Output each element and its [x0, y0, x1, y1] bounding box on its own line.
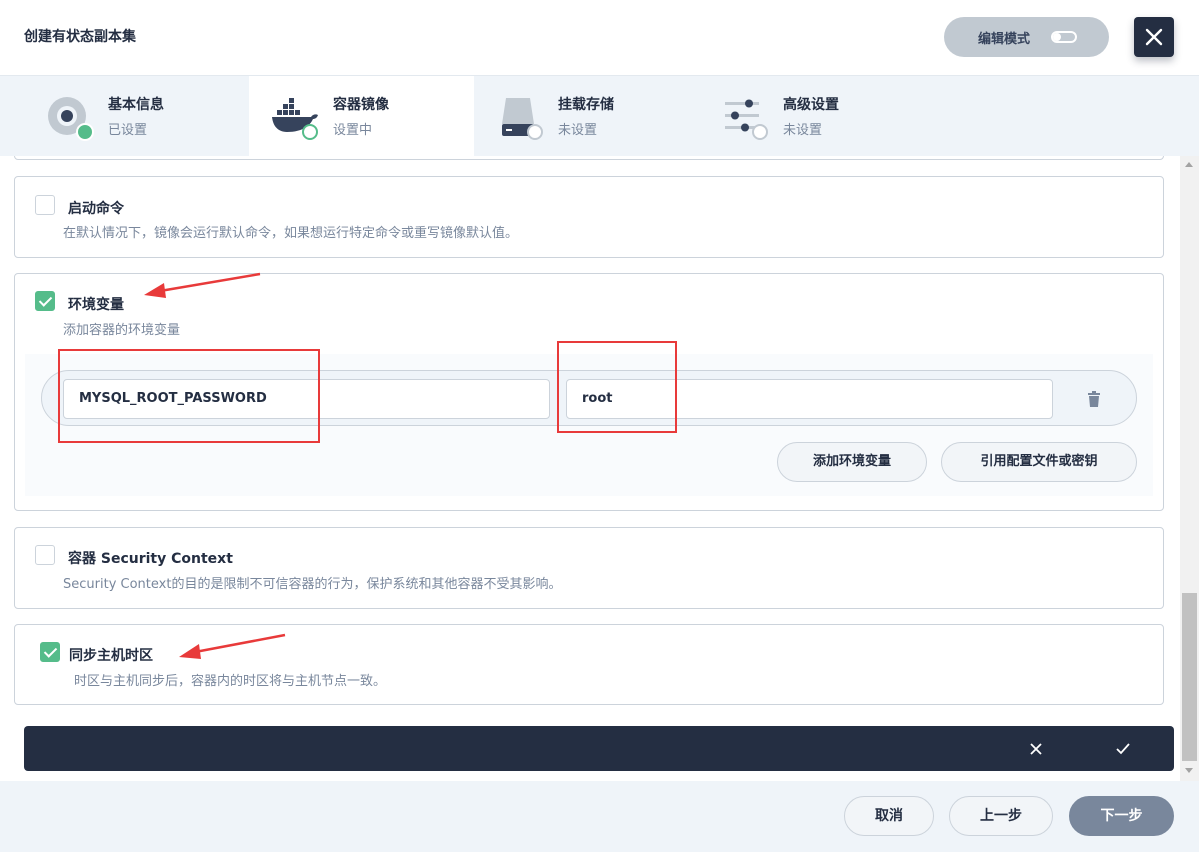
next-step-button[interactable]: 下一步 [1069, 796, 1174, 836]
dialog-footer: 取消 上一步 下一步 [0, 781, 1199, 852]
env-vars-title: 环境变量 [68, 297, 124, 313]
security-context-title: 容器 Security Context [68, 551, 233, 567]
scroll-down-icon[interactable] [1185, 768, 1193, 773]
scroll-up-icon[interactable] [1185, 162, 1193, 167]
security-context-checkbox[interactable] [35, 545, 55, 565]
step-tabs: 基本信息 已设置 容器镜像 设置中 挂载存储 未设置 高级设置 未设置 [0, 76, 1199, 156]
tab-mount-storage[interactable]: 挂载存储 未设置 [474, 76, 699, 156]
env-vars-description: 添加容器的环境变量 [63, 323, 181, 338]
previous-panel [14, 156, 1164, 160]
start-command-panel: 启动命令 在默认情况下，镜像会运行默认命令，如果想运行特定命令或重写镜像默认值。 [14, 176, 1164, 258]
annotation-box-key [58, 349, 320, 443]
annotation-box-value [557, 341, 677, 433]
reference-config-button[interactable]: 引用配置文件或密钥 [941, 442, 1137, 482]
step-state: 已设置 [108, 123, 148, 138]
dialog-header: 创建有状态副本集 编辑模式 [0, 0, 1199, 76]
scrollbar-thumb[interactable] [1182, 593, 1197, 761]
start-command-description: 在默认情况下，镜像会运行默认命令，如果想运行特定命令或重写镜像默认值。 [63, 226, 519, 241]
sliders-icon [725, 99, 768, 140]
tab-advanced-settings[interactable]: 高级设置 未设置 [699, 76, 924, 156]
step-name: 容器镜像 [333, 97, 389, 113]
step-state: 未设置 [558, 123, 598, 138]
storage-disk-icon [502, 98, 543, 140]
tab-container-image[interactable]: 容器镜像 设置中 [249, 76, 474, 156]
step-state: 设置中 [333, 123, 373, 138]
form-content: 启动命令 在默认情况下，镜像会运行默认命令，如果想运行特定命令或重写镜像默认值。… [0, 156, 1180, 781]
step-name: 高级设置 [783, 97, 839, 113]
scrollbar[interactable] [1180, 156, 1199, 781]
step-name: 挂载存储 [558, 97, 614, 113]
disc-icon [48, 97, 94, 141]
trash-icon[interactable] [1082, 387, 1106, 411]
step-name: 基本信息 [108, 97, 164, 113]
start-command-checkbox[interactable] [35, 195, 55, 215]
security-context-panel: 容器 Security Context Security Context的目的是… [14, 527, 1164, 609]
close-dialog-button[interactable] [1134, 17, 1174, 57]
sync-timezone-checkbox[interactable] [40, 642, 60, 662]
annotation-arrow-icon [144, 272, 261, 298]
dialog-title: 创建有状态副本集 [24, 29, 136, 45]
check-icon[interactable] [1115, 742, 1131, 756]
env-vars-checkbox[interactable] [35, 291, 55, 311]
security-context-description: Security Context的目的是限制不可信容器的行为，保护系统和其他容器… [63, 577, 562, 592]
docker-icon [272, 98, 318, 140]
edit-mode-label: 编辑模式 [978, 32, 1031, 47]
start-command-title: 启动命令 [68, 201, 124, 217]
toggle-switch-icon [1051, 31, 1077, 43]
container-confirm-bar [24, 726, 1174, 771]
annotation-arrow-icon [179, 633, 286, 659]
cancel-button[interactable]: 取消 [844, 796, 934, 836]
edit-mode-toggle[interactable]: 编辑模式 [944, 17, 1109, 57]
close-icon[interactable] [1029, 742, 1043, 756]
previous-step-button[interactable]: 上一步 [949, 796, 1053, 836]
tab-basic-info[interactable]: 基本信息 已设置 [24, 76, 249, 156]
add-env-var-button[interactable]: 添加环境变量 [777, 442, 927, 482]
step-state: 未设置 [783, 123, 823, 138]
close-icon [1145, 28, 1163, 46]
sync-timezone-description: 时区与主机同步后，容器内的时区将与主机节点一致。 [74, 674, 387, 689]
sync-timezone-title: 同步主机时区 [69, 648, 153, 664]
